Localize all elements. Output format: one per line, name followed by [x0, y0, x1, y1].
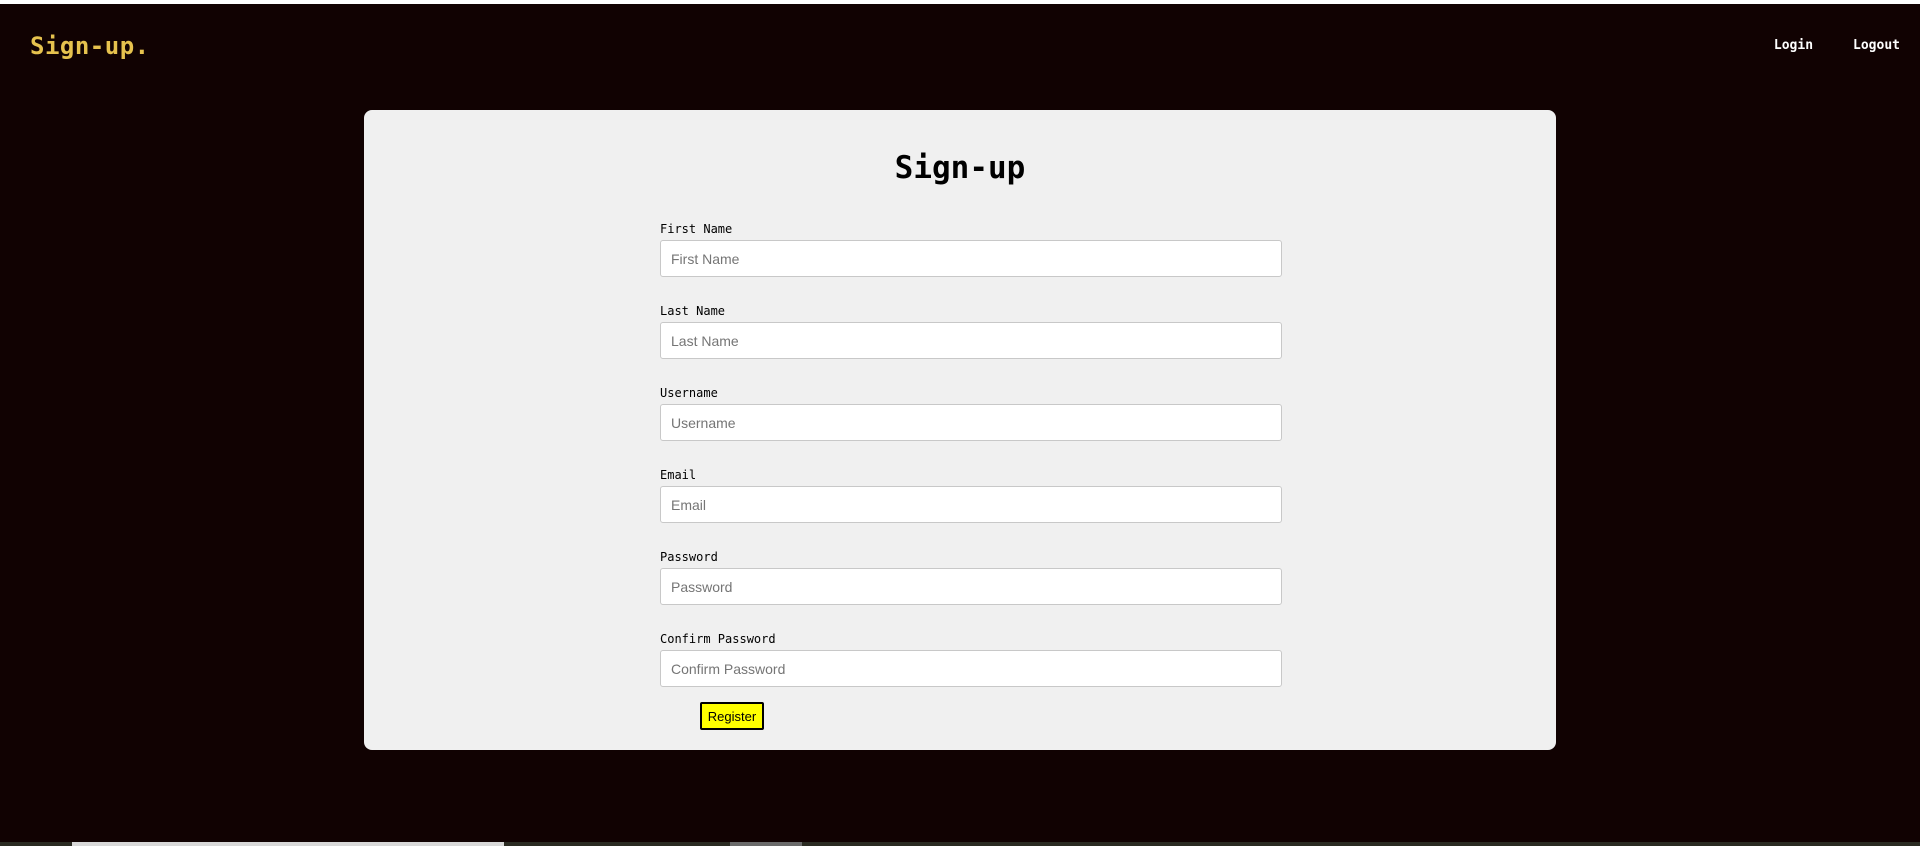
email-field-group: Email [660, 466, 1282, 548]
first-name-field-group: First Name [660, 220, 1282, 302]
last-name-field-group: Last Name [660, 302, 1282, 384]
register-button[interactable]: Register [700, 702, 764, 730]
nav-links: Login Logout [1774, 38, 1900, 53]
first-name-input[interactable] [660, 240, 1282, 277]
signup-form: First Name Last Name Username Email Pass… [660, 220, 1282, 712]
username-input[interactable] [660, 404, 1282, 441]
confirm-password-input[interactable] [660, 650, 1282, 687]
taskbar-item[interactable] [72, 842, 504, 846]
confirm-password-field-group: Confirm Password [660, 630, 1282, 712]
last-name-input[interactable] [660, 322, 1282, 359]
taskbar-strip [0, 842, 1920, 846]
email-input[interactable] [660, 486, 1282, 523]
username-field-group: Username [660, 384, 1282, 466]
brand-logo[interactable]: Sign-up. [30, 32, 150, 60]
password-field-group: Password [660, 548, 1282, 630]
login-link[interactable]: Login [1774, 38, 1813, 53]
signup-card: Sign-up First Name Last Name Username Em… [364, 110, 1556, 750]
username-label: Username [660, 386, 718, 400]
navbar: Sign-up. Login Logout [0, 4, 1920, 90]
password-input[interactable] [660, 568, 1282, 605]
email-label: Email [660, 468, 697, 482]
logout-link[interactable]: Logout [1853, 38, 1900, 53]
last-name-label: Last Name [660, 304, 726, 318]
confirm-password-label: Confirm Password [660, 632, 776, 646]
first-name-label: First Name [660, 222, 733, 236]
page-title: Sign-up [894, 150, 1026, 186]
taskbar-item[interactable] [730, 842, 802, 846]
password-label: Password [660, 550, 718, 564]
